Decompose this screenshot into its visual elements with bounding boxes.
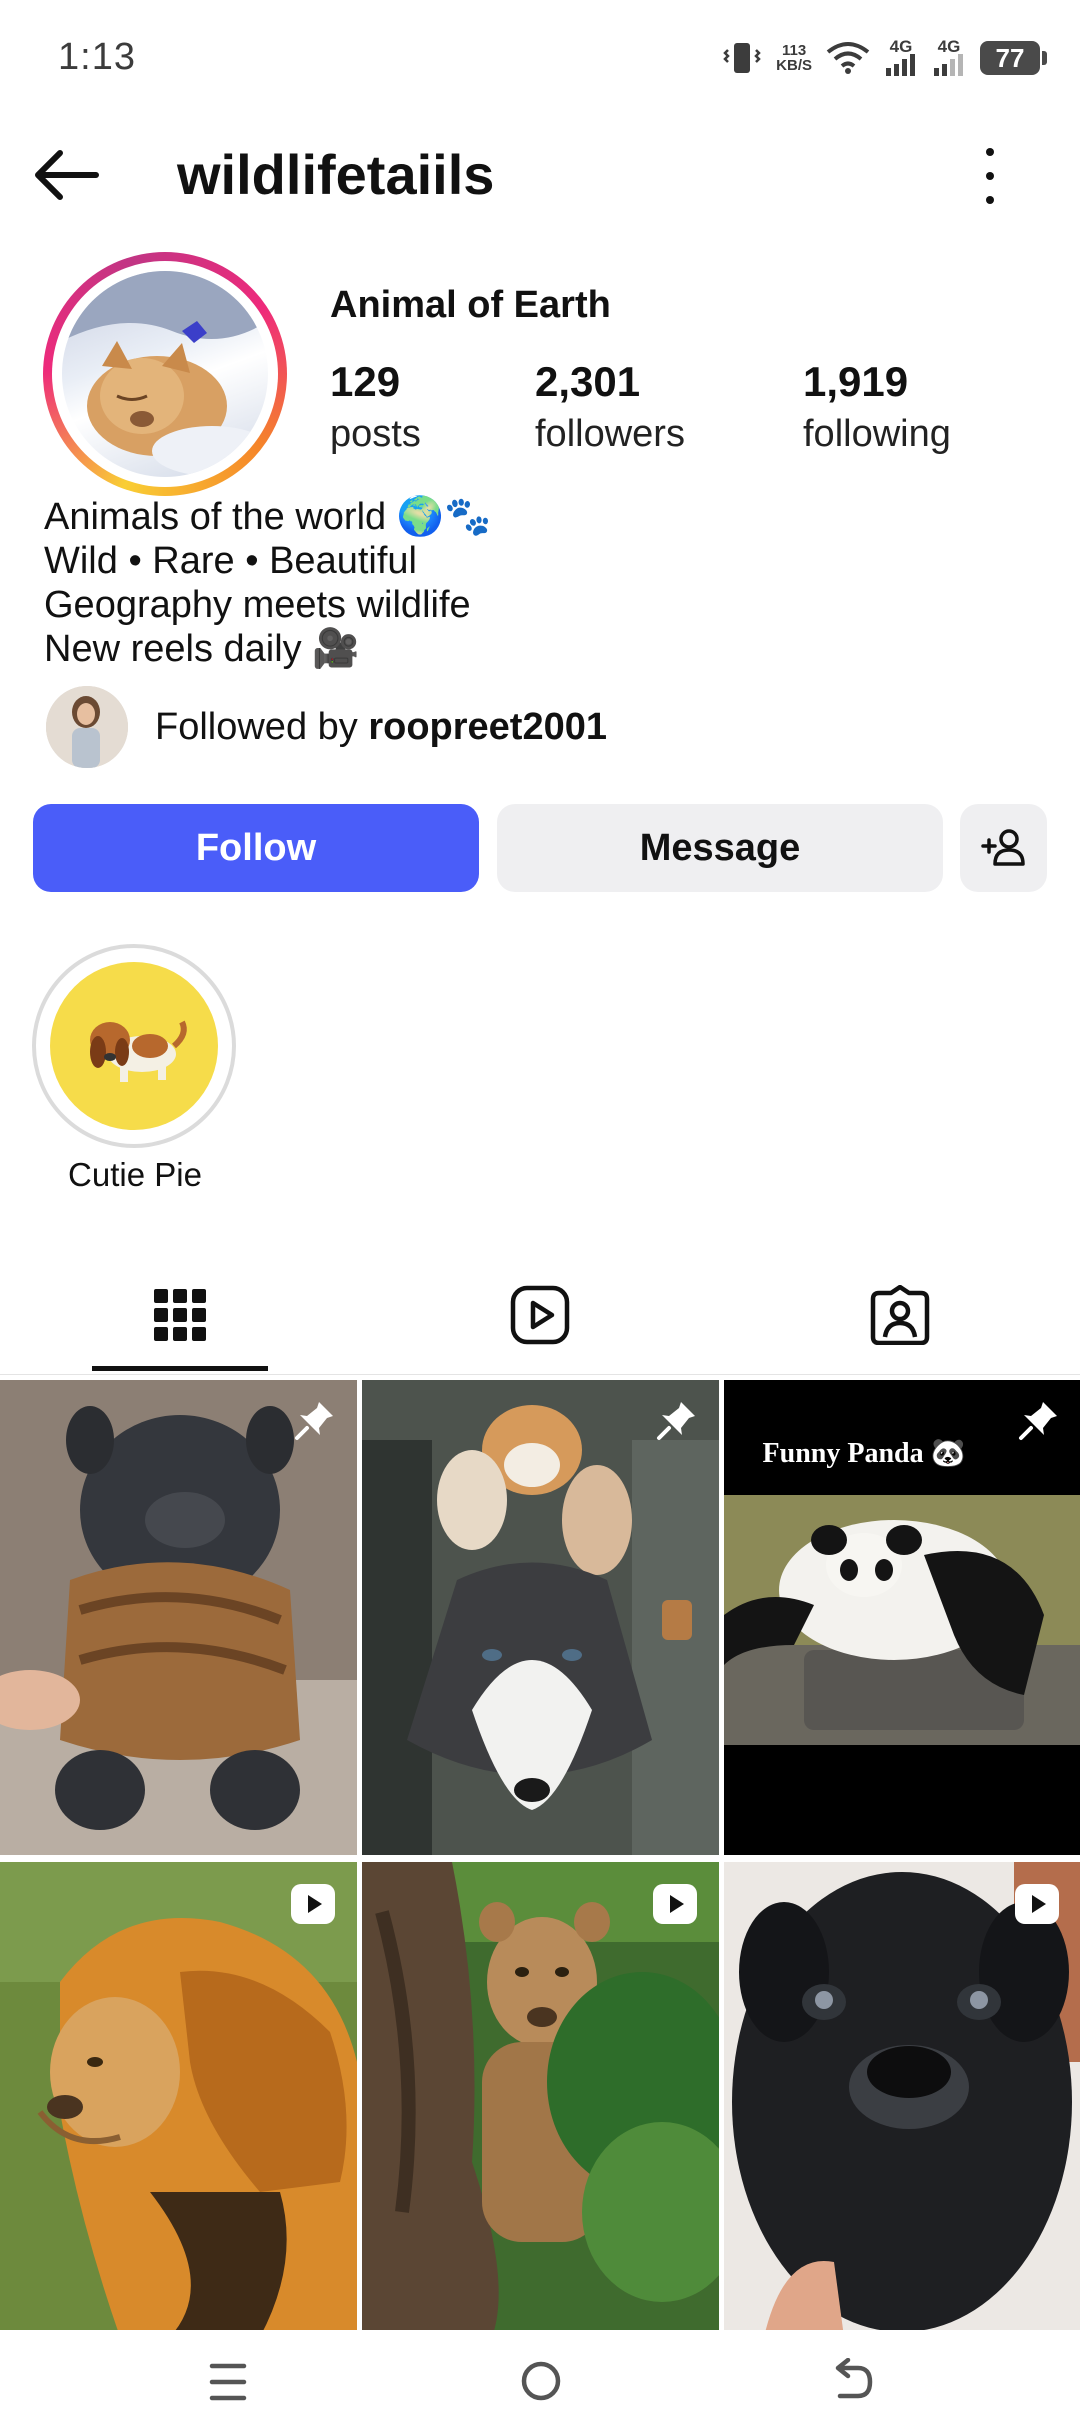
story-highlight[interactable] (32, 944, 236, 1148)
followers-count[interactable]: 2,301 (535, 358, 640, 406)
more-options-button[interactable] (970, 148, 1010, 204)
message-button[interactable]: Message (497, 804, 943, 892)
post-thumbnail-2[interactable] (362, 1380, 719, 1855)
tagged-icon (870, 1285, 930, 1345)
mutual-follower-avatar[interactable] (46, 686, 128, 768)
suggested-users-button[interactable] (960, 804, 1047, 892)
speed-value: 113 (781, 42, 807, 59)
post-thumbnail-6[interactable] (724, 1862, 1080, 2337)
back-button[interactable] (30, 145, 104, 205)
following-label[interactable]: following (803, 413, 951, 456)
followed-by-user[interactable]: roopreet2001 (368, 706, 607, 748)
signal-2: 4G (932, 37, 966, 76)
system-navigation-bar (0, 2330, 1080, 2436)
post-thumbnail-3[interactable]: Funny Panda 🐼 (724, 1380, 1080, 1855)
pinned-icon (1019, 1402, 1057, 1440)
wifi-icon (826, 42, 870, 74)
reels-icon (510, 1285, 570, 1345)
following-count[interactable]: 1,919 (803, 358, 908, 406)
vibrate-icon (723, 43, 761, 73)
network-type-1: 4G (889, 37, 913, 56)
posts-label[interactable]: posts (330, 413, 421, 456)
reel-icon (1015, 1884, 1059, 1924)
active-tab-indicator (92, 1366, 268, 1371)
profile-bio: Animals of the world 🌍🐾 Wild • Rare • Be… (44, 495, 491, 671)
post-thumbnail-4[interactable] (0, 1862, 357, 2337)
post-title-text: Funny Panda 🐼 (762, 1438, 966, 1469)
pinned-icon (295, 1402, 333, 1440)
profile-avatar[interactable] (43, 252, 287, 496)
post-thumbnail-5[interactable] (362, 1862, 719, 2337)
tab-divider (0, 1374, 1080, 1375)
dot (986, 172, 994, 180)
home-icon[interactable] (520, 2360, 562, 2402)
signal-1: 4G (884, 37, 918, 76)
display-name: Animal of Earth (330, 284, 611, 326)
follow-button[interactable]: Follow (33, 804, 479, 892)
dot (986, 148, 994, 156)
bio-line: Wild • Rare • Beautiful (44, 540, 417, 582)
status-icons: 113 KB/S 4G 4G 77 (722, 34, 1047, 82)
network-speed: 113 KB/S (776, 43, 812, 73)
signal-bars-icon (886, 54, 915, 76)
profile-username: wildlifetaiils (177, 143, 495, 206)
signal-bars-icon (934, 54, 963, 76)
back-icon[interactable] (830, 2358, 874, 2404)
status-time: 1:13 (58, 36, 136, 78)
followers-label[interactable]: followers (535, 413, 685, 456)
tab-posts-grid[interactable] (0, 1260, 360, 1370)
back-arrow-icon (35, 150, 99, 200)
tab-tagged[interactable] (720, 1260, 1080, 1370)
tab-reels[interactable] (360, 1260, 720, 1370)
pinned-icon (657, 1402, 695, 1440)
bio-line: New reels daily 🎥 (44, 628, 360, 670)
avatar-image (62, 271, 268, 477)
posts-count[interactable]: 129 (330, 358, 400, 406)
bio-line: Animals of the world 🌍🐾 (44, 496, 492, 538)
network-type-2: 4G (937, 37, 961, 56)
grid-icon (154, 1289, 206, 1341)
dot (986, 196, 994, 204)
add-user-icon (980, 829, 1025, 866)
followed-by-text[interactable]: Followed by roopreet2001 (155, 706, 607, 749)
post-thumbnail-1[interactable] (0, 1380, 357, 1855)
reel-icon (291, 1884, 335, 1924)
battery-indicator: 77 (980, 41, 1047, 75)
bio-line: Geography meets wildlife (44, 584, 471, 626)
highlight-label: Cutie Pie (68, 1156, 202, 1193)
speed-unit: KB/S (776, 57, 812, 74)
followed-by-prefix: Followed by (155, 706, 369, 748)
highlight-cover (50, 962, 218, 1130)
menu-icon[interactable] (208, 2360, 248, 2404)
reel-icon (653, 1884, 697, 1924)
